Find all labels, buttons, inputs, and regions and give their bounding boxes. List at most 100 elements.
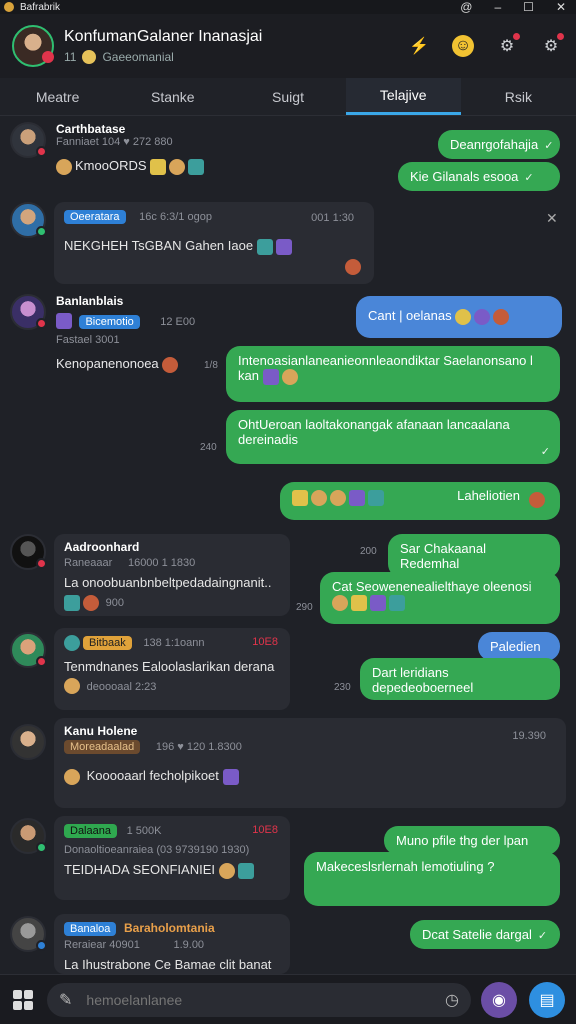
- tab-2[interactable]: Stanke: [115, 78, 230, 115]
- message-text: Tenmdnanes Ealoolaslarikan derana: [64, 658, 275, 674]
- message-text: Dcat Satelie dargal: [422, 927, 532, 942]
- close-icon[interactable]: ✕: [546, 210, 558, 227]
- message-time: 1/8: [204, 360, 218, 371]
- message-outgoing[interactable]: Deanrgofahajia ✓: [438, 130, 560, 159]
- message-flag: 10E8: [252, 824, 278, 836]
- sender-tag: Moreadaalad: [64, 740, 141, 754]
- maximize-button[interactable]: ☐: [523, 0, 534, 14]
- message-time: 001 1:30: [311, 212, 354, 224]
- message-outgoing[interactable]: Intenoasianlaneanieonnleaondiktar Saelan…: [226, 346, 560, 402]
- avatar[interactable]: [10, 294, 47, 330]
- message-meta-right: 19.390: [512, 730, 546, 742]
- message-input[interactable]: [86, 991, 446, 1008]
- sender-tag: Oeeratara: [64, 210, 126, 224]
- group-avatar[interactable]: [12, 25, 54, 67]
- message-incoming: Carthbatase Fanniaet 104 ♥ 272 880 KmooO…: [56, 122, 286, 175]
- message-incoming: Bitbaak 138 1:1oann 10E8 Tenmdnanes Ealo…: [54, 628, 290, 710]
- bolt-icon[interactable]: ⚡: [408, 35, 430, 57]
- message-text: Cant | oelanas: [368, 308, 452, 323]
- message-outgoing[interactable]: Cant | oelanas: [356, 296, 562, 338]
- message-sub2: 900: [105, 597, 124, 609]
- tab-1[interactable]: Meatre: [0, 78, 115, 115]
- message-text: TEIDHADA SEONFIANIEI: [64, 862, 215, 877]
- message-outgoing[interactable]: Dcat Satelie dargal ✓: [410, 920, 560, 949]
- message-text: NEKGHEH TsGBAN Gahen Iaoe: [64, 238, 254, 253]
- message-meta: 16c 6:3/1 ogop: [139, 211, 212, 223]
- sender-name: Kanu Holene: [64, 724, 138, 738]
- message-text: La Ihustrabone Ce Bamae clit banat: [64, 957, 272, 972]
- chat-subtitle: Gaeeomanial: [102, 50, 174, 64]
- message-text: Kenopanenonoea: [56, 356, 159, 371]
- timer-icon[interactable]: ◷: [445, 990, 459, 1010]
- composer-bar: ✎ ◷ ◉ ▤: [0, 974, 576, 1024]
- message-flag: 10E8: [252, 636, 278, 648]
- message-incoming: Kanu Holene Moreadaalad 196 ♥ 120 1.8300…: [54, 718, 566, 808]
- tab-3[interactable]: Suigt: [230, 78, 345, 115]
- tab-4[interactable]: Telajive: [345, 78, 461, 115]
- message-sub: Reraiear 40901: [64, 939, 140, 951]
- sender-tag: Bicemotio: [79, 315, 140, 329]
- minimize-button[interactable]: –: [494, 0, 501, 14]
- tab-5[interactable]: Rsik: [461, 78, 576, 115]
- message-input-wrapper: ✎ ◷: [47, 982, 471, 1017]
- emoji-icon[interactable]: ☺: [452, 35, 474, 57]
- close-button[interactable]: ✕: [556, 0, 566, 14]
- apps-grid-icon[interactable]: [13, 989, 33, 1010]
- message-time: 240: [200, 442, 217, 453]
- chat-title: KonfumanGalaner Inanasjai: [64, 28, 263, 45]
- message-sub: deoooaal 2:23: [86, 680, 157, 693]
- message-meta: 138 1:1oann: [143, 637, 205, 649]
- message-outgoing[interactable]: Paledien: [478, 632, 560, 661]
- message-outgoing[interactable]: Muno pfile thg der lpan: [384, 826, 560, 855]
- notification-dot: [42, 51, 54, 63]
- avatar[interactable]: [10, 534, 47, 570]
- message-text: Muno pfile thg der lpan: [396, 833, 529, 848]
- message-incoming: Banaloa Baraholomtania Reraiear 40901 1.…: [54, 914, 290, 974]
- message-meta: 12 E00: [160, 316, 196, 328]
- message-outgoing[interactable]: Cat Seowenenealielthaye oleenosi: [320, 572, 560, 624]
- sent-check-icon: ✓: [544, 140, 554, 152]
- message-sub: Donaoltioeanraiea (03 9739190 1930): [64, 844, 250, 856]
- message-text: Sar Chakaanal Redemhal: [400, 541, 486, 571]
- message-incoming: Dalaana 1 500K 10E8 Donaoltioeanraiea (0…: [54, 816, 290, 900]
- message-text: La onoobuanbnbeltpedadaingnanit..: [64, 575, 272, 590]
- sender-tag: Banaloa: [64, 922, 117, 936]
- message-time: 290: [296, 602, 313, 613]
- message-text: OhtUeroan laoltakonangak afanaan lancaal…: [238, 417, 510, 447]
- window-title: Bafrabrik: [20, 1, 61, 13]
- sent-check-icon: ✓: [537, 930, 548, 942]
- sender-tag: Bitbaak: [83, 636, 132, 650]
- message-meta: 16000 1 1830: [127, 557, 196, 569]
- message-outgoing[interactable]: OhtUeroan laoltakonangak afanaan lancaal…: [226, 410, 560, 464]
- send-button[interactable]: ▤: [529, 981, 565, 1018]
- chat-header: KonfumanGalaner Inanasjai 11 Gaeeomanial…: [0, 14, 576, 78]
- avatar[interactable]: [10, 122, 47, 158]
- camera-button[interactable]: ◉: [481, 981, 517, 1018]
- sender-name: Aadroonhard: [64, 540, 140, 554]
- pin-icon[interactable]: @: [460, 0, 472, 14]
- avatar[interactable]: [10, 202, 47, 238]
- settings-icon[interactable]: ⚙: [540, 33, 564, 57]
- message-list[interactable]: Carthbatase Fanniaet 104 ♥ 272 880 KmooO…: [0, 116, 576, 974]
- sender-name: Baraholomtania: [124, 921, 215, 935]
- pen-icon[interactable]: ✎: [59, 990, 72, 1010]
- avatar[interactable]: [10, 632, 47, 668]
- message-outgoing[interactable]: Laheliotien: [280, 482, 560, 520]
- message-time: 230: [334, 682, 351, 693]
- avatar[interactable]: [10, 724, 46, 760]
- message-sub: Fastael 3001: [56, 334, 120, 346]
- message-outgoing[interactable]: Dart leridians depedeoboerneel: [360, 658, 560, 700]
- message-text: Dart leridians depedeoboerneel: [372, 665, 474, 695]
- message-outgoing[interactable]: Makeceslsrlernah lemotiuling ?: [304, 852, 560, 906]
- coin-icon: [82, 50, 97, 64]
- message-text: Makeceslsrlernah lemotiuling ?: [316, 859, 495, 874]
- sender-tag: Dalaana: [64, 824, 117, 838]
- avatar[interactable]: [10, 916, 47, 952]
- sender-name: Carthbatase: [56, 122, 126, 136]
- gear-icon[interactable]: ⚙: [496, 33, 520, 57]
- avatar[interactable]: [10, 818, 47, 854]
- title-bar: Bafrabrik @ – ☐ ✕: [0, 0, 576, 14]
- message-meta: 196 ♥ 120 1.8300: [155, 741, 242, 753]
- message-meta: 1.9.00: [173, 939, 205, 951]
- message-outgoing[interactable]: Kie Gilanals esooa ✓: [398, 162, 560, 191]
